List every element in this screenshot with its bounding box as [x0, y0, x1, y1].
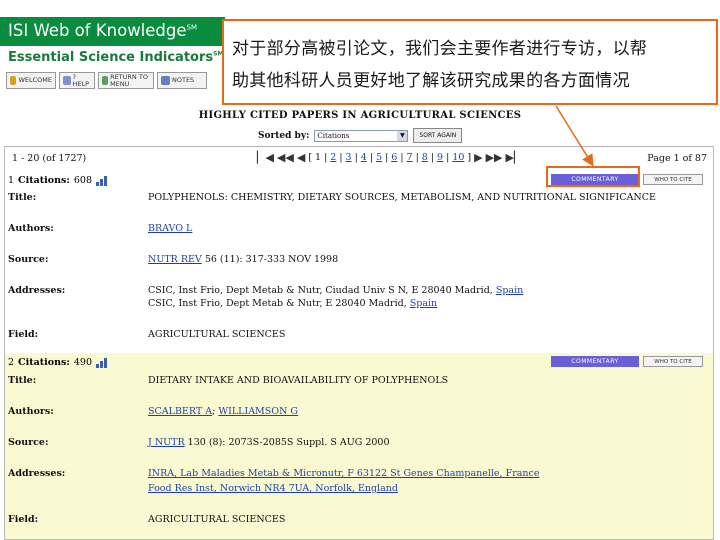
page-link-9[interactable]: 9	[437, 152, 443, 163]
who-to-cite-button[interactable]: WHO TO CITE	[643, 174, 703, 185]
chart-icon[interactable]	[96, 175, 108, 186]
isi-banner: ISI Web of KnowledgeSM	[0, 17, 225, 46]
record-header: 2 Citations: 490	[8, 357, 108, 368]
page-link-2[interactable]: 2	[330, 152, 336, 163]
address-line: CSIC, Inst Frio, Dept Metab & Nutr, Ciud…	[148, 285, 524, 296]
notes-icon	[161, 76, 170, 85]
notes-button[interactable]: NOTES	[157, 72, 207, 89]
sort-again-button[interactable]: SORT AGAIN	[413, 128, 463, 143]
result-range: 1 - 20 (of 1727)	[12, 153, 87, 164]
page-link-8[interactable]: 8	[422, 152, 428, 163]
chart-icon[interactable]	[96, 357, 108, 368]
country-link[interactable]: England	[358, 483, 398, 494]
annotation-callout: 对于部分高被引论文，我们会主要作者进行专访，以帮 助其他科研人员更好地了解该研究…	[222, 19, 718, 105]
source: J NUTR 130 (8): 2073S-2085S Suppl. S AUG…	[148, 437, 390, 448]
record-header: 1 Citations: 608	[8, 175, 108, 186]
page-link-3[interactable]: 3	[346, 152, 352, 163]
prev-icon[interactable]: ◀	[297, 151, 305, 164]
address-line: INRA, Lab Maladies Metab & Micronutr, F …	[148, 468, 540, 479]
address-line: CSIC, Inst Frio, Dept Metab & Nutr, E 28…	[148, 298, 438, 309]
next-icon[interactable]: ▶	[474, 151, 482, 164]
results-panel: 1 - 20 (of 1727) ▏◀ ◀◀ ◀ [ 1 | 2 | 3 | 4 | 5…	[4, 146, 714, 540]
sort-label: Sorted by:	[258, 130, 310, 141]
record-actions: COMMENTARY WHO TO CITE	[551, 356, 703, 367]
country-link[interactable]: Spain	[410, 298, 437, 309]
first-page-icon[interactable]: ▏◀	[257, 151, 274, 164]
page-of: Page 1 of 87	[647, 153, 707, 164]
page-link-10[interactable]: 10	[452, 152, 464, 163]
page-link-6[interactable]: 6	[391, 152, 397, 163]
welcome-button[interactable]: WELCOME	[6, 72, 56, 89]
record-1: 1 Citations: 608 COMMENTARY WHO TO CITE …	[5, 171, 713, 353]
home-icon	[10, 76, 17, 85]
source: NUTR REV 56 (11): 317-333 NOV 1998	[148, 254, 339, 265]
author-link[interactable]: BRAVO L	[148, 223, 192, 234]
sort-controls: Sorted by: Citations ▼ SORT AGAIN	[258, 128, 463, 143]
page-link-7[interactable]: 7	[407, 152, 413, 163]
paper-title: DIETARY INTAKE AND BIOAVAILABILITY OF PO…	[148, 375, 449, 386]
page-link-5[interactable]: 5	[376, 152, 382, 163]
record-2: 2 Citations: 490 COMMENTARY WHO TO CITE …	[5, 353, 713, 539]
prev-page-icon[interactable]: ◀◀	[277, 151, 294, 164]
page-nav: ▏◀ ◀◀ ◀ [ 1 | 2 | 3 | 4 | 5 | 6 | 7 | 8 | 9 | 10 …	[257, 151, 523, 164]
country-link[interactable]: France	[506, 468, 540, 479]
who-to-cite-button[interactable]: WHO TO CITE	[643, 356, 703, 367]
callout-line-2: 助其他科研人员更好地了解该研究成果的各方面情况	[232, 71, 630, 91]
field-value: AGRICULTURAL SCIENCES	[148, 329, 286, 340]
address-line: Food Res Inst, Norwich NR4 7UA, Norfolk,…	[148, 483, 398, 494]
page-link-4[interactable]: 4	[361, 152, 367, 163]
esi-title: Essential Science IndicatorsSM	[8, 50, 224, 65]
return-to-menu-button[interactable]: RETURN TO MENU	[98, 72, 154, 89]
author-link[interactable]: WILLIAMSON G	[218, 406, 298, 417]
return-icon	[102, 76, 109, 85]
page-title: HIGHLY CITED PAPERS IN AGRICULTURAL SCIE…	[198, 110, 522, 121]
sort-select[interactable]: Citations ▼	[314, 129, 409, 142]
page-link-1[interactable]: 1	[315, 152, 321, 163]
next-page-icon[interactable]: ▶▶	[486, 151, 503, 164]
isi-logo[interactable]: ISI Web of KnowledgeSM	[8, 21, 197, 40]
paper-title: POLYPHENOLS: CHEMISTRY, DIETARY SOURCES,…	[148, 192, 656, 203]
last-page-icon[interactable]: ▶▏	[505, 151, 522, 164]
commentary-button[interactable]: COMMENTARY	[551, 356, 639, 367]
citation-count: 490	[73, 357, 92, 368]
journal-link[interactable]: J NUTR	[148, 437, 185, 448]
journal-link[interactable]: NUTR REV	[148, 254, 202, 265]
commentary-highlight	[546, 166, 640, 187]
pagination: 1 - 20 (of 1727) ▏◀ ◀◀ ◀ [ 1 | 2 | 3 | 4 | 5…	[5, 150, 713, 166]
help-icon	[63, 76, 71, 85]
callout-line-1: 对于部分高被引论文，我们会主要作者进行专访，以帮	[232, 39, 648, 59]
citation-count: 608	[73, 175, 92, 186]
chevron-down-icon[interactable]: ▼	[397, 130, 408, 141]
author-link[interactable]: SCALBERT A	[148, 406, 212, 417]
help-button[interactable]: ? HELP	[59, 72, 95, 89]
country-link[interactable]: Spain	[496, 285, 523, 296]
field-value: AGRICULTURAL SCIENCES	[148, 514, 286, 525]
